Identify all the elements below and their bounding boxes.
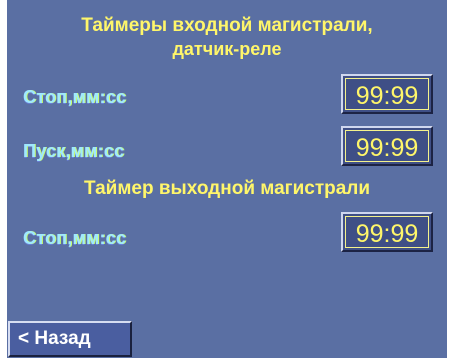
input-start-timer-field[interactable]: 99:99 [341,126,433,166]
input-line-title-line1: Таймеры входной магистрали, [81,15,373,36]
output-stop-timer-value: 99:99 [345,216,429,248]
input-start-timer-value: 99:99 [345,130,429,162]
output-stop-timer-label: Стоп,мм:сс [23,228,127,248]
timer-settings-screen: Таймеры входной магистрали, датчик-реле … [7,0,447,358]
back-button[interactable]: < Назад [8,321,132,357]
input-line-title-line2: датчик-реле [172,39,282,59]
input-stop-timer-field[interactable]: 99:99 [341,74,433,114]
output-stop-timer-field[interactable]: 99:99 [341,212,433,252]
input-stop-timer-label: Стоп,мм:сс [23,87,127,107]
output-line-title: Таймер выходной магистрали [83,178,371,199]
input-stop-timer-value: 99:99 [345,78,429,110]
input-start-timer-label: Пуск,мм:сс [23,141,125,161]
